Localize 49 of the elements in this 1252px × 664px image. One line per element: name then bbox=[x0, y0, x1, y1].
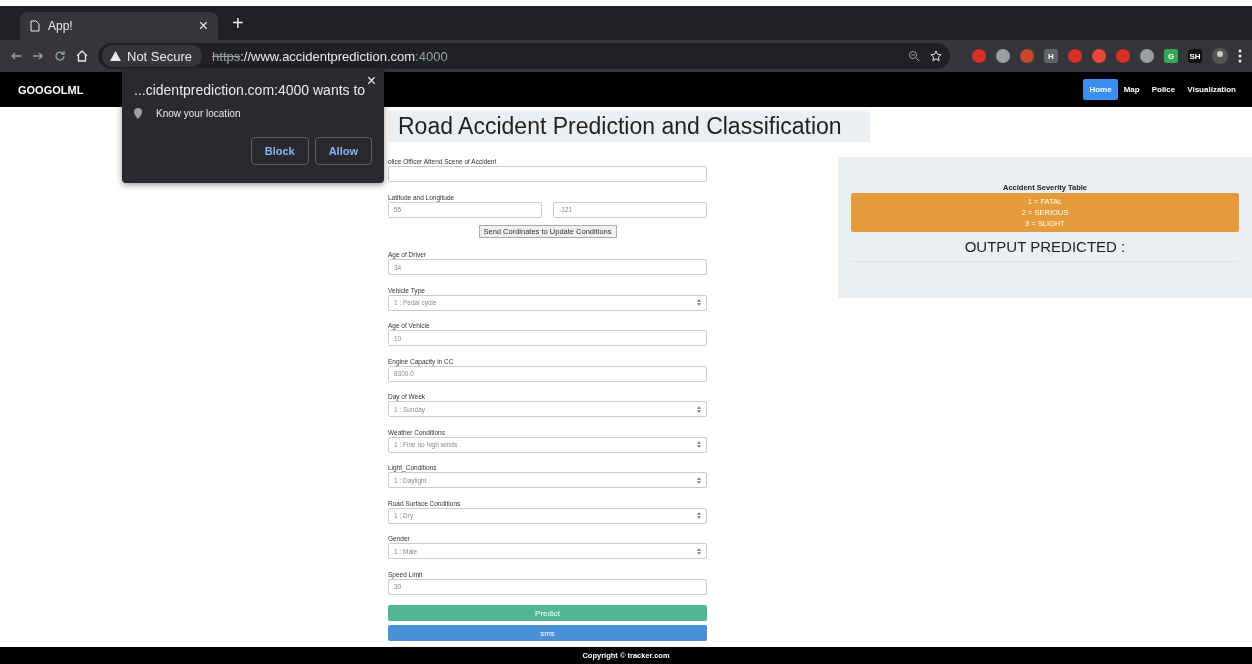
extension-icon[interactable] bbox=[1140, 49, 1154, 63]
security-chip[interactable]: Not Secure bbox=[102, 45, 203, 67]
popup-button[interactable]: Block bbox=[250, 137, 309, 165]
updown-icon bbox=[697, 547, 701, 555]
address-bar[interactable]: Not Secure https://www.accidentprediction.com:4000 bbox=[98, 43, 950, 69]
page-title: Road Accident Prediction and Classification bbox=[398, 113, 842, 140]
output-heading: OUTPUT PREDICTED : bbox=[851, 238, 1239, 262]
nav-link[interactable]: Police bbox=[1145, 79, 1182, 100]
brand-logo[interactable]: GOOGOLML bbox=[18, 83, 84, 96]
action-button[interactable]: sms bbox=[388, 625, 707, 641]
extension-icon[interactable]: H bbox=[1044, 49, 1058, 63]
extension-icon[interactable]: SH bbox=[1188, 49, 1202, 63]
input-field[interactable] bbox=[388, 166, 707, 182]
zoom-out-icon[interactable] bbox=[908, 50, 920, 62]
nav-link[interactable]: Map bbox=[1117, 79, 1146, 100]
extension-icon[interactable] bbox=[996, 49, 1010, 63]
tab-close-button[interactable]: × bbox=[198, 18, 208, 34]
url-text: https://www.accidentprediction.com:4000 bbox=[212, 48, 449, 64]
star-icon[interactable] bbox=[930, 50, 942, 62]
new-tab-button[interactable]: + bbox=[232, 11, 244, 35]
forward-icon[interactable] bbox=[32, 50, 44, 62]
popup-button[interactable]: Allow bbox=[314, 137, 372, 165]
location-pin-icon bbox=[134, 108, 142, 119]
nav-link[interactable]: Visualization bbox=[1181, 79, 1242, 100]
updown-icon bbox=[697, 299, 701, 306]
updown-icon bbox=[697, 512, 701, 519]
popup-title: ...cidentprediction.com:4000 wants to bbox=[134, 82, 367, 98]
updown-icon bbox=[697, 405, 701, 413]
updown-icon bbox=[697, 476, 701, 484]
extension-icon[interactable] bbox=[1068, 49, 1082, 63]
extension-icon[interactable] bbox=[972, 49, 986, 63]
extension-icon[interactable] bbox=[1116, 49, 1130, 63]
avatar-icon[interactable] bbox=[1212, 48, 1228, 64]
back-icon[interactable] bbox=[10, 50, 22, 62]
extension-icon[interactable]: G bbox=[1164, 49, 1178, 63]
home-icon[interactable] bbox=[76, 50, 88, 62]
browser-tab[interactable]: App! × bbox=[20, 12, 218, 40]
extension-icon[interactable] bbox=[1092, 49, 1106, 63]
warning-icon bbox=[110, 51, 121, 61]
menu-icon[interactable] bbox=[1238, 49, 1242, 63]
extension-icon[interactable] bbox=[1020, 49, 1034, 63]
updown-icon bbox=[697, 441, 701, 448]
permission-text: Know your location bbox=[156, 108, 241, 119]
action-button[interactable]: Predict bbox=[388, 605, 707, 621]
nav-link[interactable]: Home bbox=[1083, 79, 1118, 100]
popup-close-button[interactable]: × bbox=[366, 72, 376, 90]
reload-icon[interactable] bbox=[54, 50, 66, 62]
tab-title: App! bbox=[48, 19, 74, 33]
page-icon bbox=[30, 20, 40, 32]
